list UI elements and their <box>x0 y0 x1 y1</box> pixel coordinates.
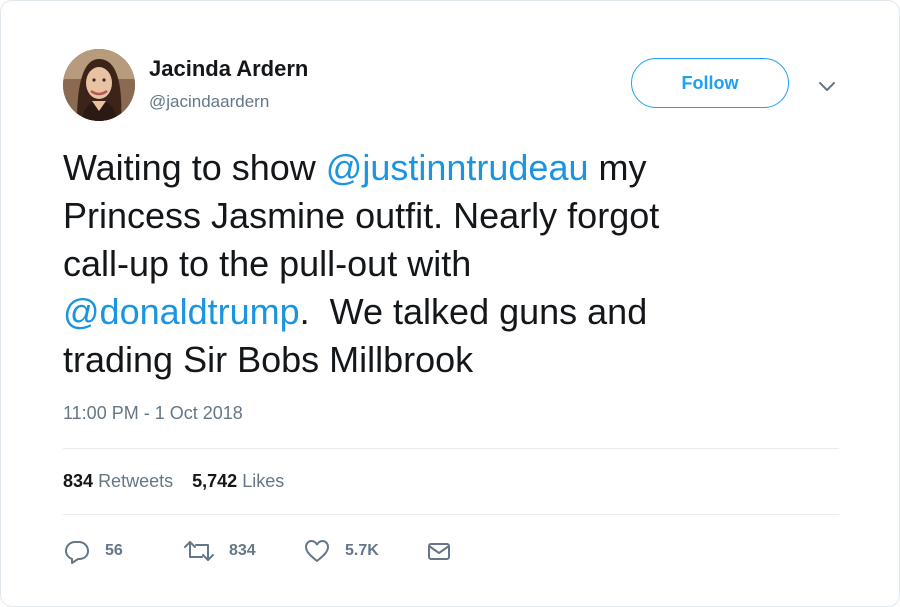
retweet-count: 834 <box>229 542 256 559</box>
retweets-count: 834 <box>63 471 94 491</box>
tweet-text-segment: call-up to the pull-out with <box>63 243 472 284</box>
tweet-line: call-up to the pull-out with <box>63 240 853 288</box>
retweet-icon <box>184 541 214 561</box>
user-name[interactable]: Jacinda Ardern <box>149 56 308 82</box>
retweets-stat[interactable]: 834 Retweets <box>63 471 173 491</box>
mention-link[interactable]: @justinntrudeau <box>326 147 589 188</box>
reply-count: 56 <box>105 542 123 559</box>
tweet-line: Waiting to show @justinntrudeau my <box>63 144 853 192</box>
tweet-line: Princess Jasmine outfit. Nearly forgot <box>63 192 853 240</box>
like-count: 5.7K <box>345 542 379 559</box>
tweet-text-segment: trading Sir Bobs Millbrook <box>63 339 474 380</box>
likes-count: 5,742 <box>192 471 238 491</box>
tweet-card: Jacinda Ardern @jacindaardern Follow Wai… <box>0 0 900 607</box>
divider <box>63 448 839 449</box>
tweet-text-segment: . We talked guns and <box>299 291 648 332</box>
tweet-text-segment: my <box>588 147 647 188</box>
tweet-line: trading Sir Bobs Millbrook <box>63 336 853 384</box>
avatar-photo <box>63 49 135 121</box>
follow-button[interactable]: Follow <box>631 58 789 108</box>
envelope-icon <box>428 543 450 560</box>
reply-button[interactable]: 56 <box>63 536 123 566</box>
likes-label: Likes <box>242 471 285 491</box>
reply-icon <box>65 541 89 564</box>
tweet-line: @donaldtrump. We talked guns and <box>63 288 853 336</box>
direct-message-button[interactable] <box>425 536 453 566</box>
heart-icon <box>305 540 329 562</box>
chevron-down-icon[interactable] <box>815 75 839 99</box>
retweet-button[interactable]: 834 <box>183 536 256 566</box>
like-button[interactable]: 5.7K <box>303 536 379 566</box>
tweet-text-segment: Waiting to show <box>63 147 326 188</box>
tweet-text-segment: Princess Jasmine outfit. Nearly forgot <box>63 195 660 236</box>
timestamp[interactable]: 11:00 PM - 1 Oct 2018 <box>63 403 243 424</box>
user-handle[interactable]: @jacindaardern <box>149 92 269 112</box>
divider <box>63 514 839 515</box>
retweets-label: Retweets <box>98 471 174 491</box>
tweet-stats: 834 Retweets 5,742 Likes <box>63 471 298 492</box>
avatar[interactable] <box>63 49 135 121</box>
likes-stat[interactable]: 5,742 Likes <box>192 471 284 491</box>
mention-link[interactable]: @donaldtrump <box>63 291 300 332</box>
tweet-text: Waiting to show @justinntrudeau my Princ… <box>63 144 853 384</box>
